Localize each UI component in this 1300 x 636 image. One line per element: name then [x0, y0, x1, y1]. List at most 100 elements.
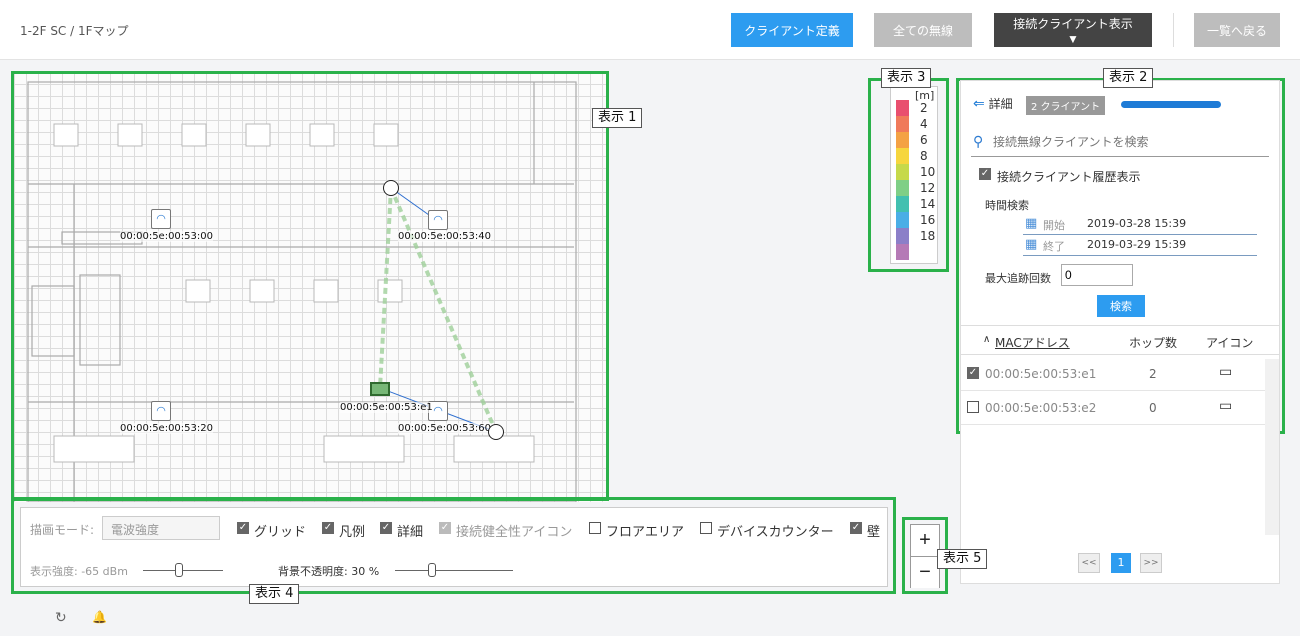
sort-icon[interactable]: ∧ — [983, 334, 990, 345]
table-scrollbar[interactable] — [1265, 359, 1279, 535]
start-date-value: 2019-03-28 15:39 — [1087, 217, 1187, 230]
client-count-badge: 2 クライアント — [1026, 96, 1106, 115]
table-header: ∧ MACアドレス ホップ数 アイコン — [961, 325, 1279, 355]
show-connected-clients-dropdown[interactable]: 接続クライアント表示 ▼ — [994, 13, 1152, 47]
legend-swatch — [896, 100, 909, 116]
collapse-panel-icon[interactable]: ⇐ — [973, 96, 985, 112]
slider-rail — [143, 570, 223, 571]
health-icon-label: 接続健全性アイコン — [456, 525, 573, 540]
legend-item: 12 — [896, 180, 936, 196]
client-definition-button[interactable]: クライアント定義 — [731, 13, 853, 47]
back-to-list-button[interactable]: 一覧へ戻る — [1194, 13, 1280, 47]
row-checkbox[interactable] — [967, 401, 979, 413]
legend-label: 凡例 — [339, 525, 366, 540]
legend-item: 4 — [896, 116, 936, 132]
pager-page-1[interactable]: 1 — [1111, 553, 1131, 573]
column-icon: アイコン — [1206, 336, 1254, 350]
label-display-2: 表示 2 — [1103, 68, 1154, 88]
annotation-box-1 — [11, 71, 609, 501]
calendar-icon: ▦ — [1025, 216, 1038, 231]
legend-item — [896, 244, 936, 260]
bell-icon[interactable]: 🔔 — [92, 610, 107, 624]
floor-area-label: フロアエリア — [606, 525, 685, 540]
legend-item: 2 — [896, 100, 936, 116]
search-icon: ⚲ — [973, 134, 984, 150]
table-row[interactable]: ✓ 00:00:5e:00:53:e1 2 ▭ — [961, 357, 1265, 391]
legend-value: 14 — [920, 197, 936, 211]
zoom-control: + − — [910, 524, 940, 588]
zoom-out-button[interactable]: − — [911, 557, 939, 588]
row-hops: 2 — [1149, 367, 1157, 381]
detail-checkbox[interactable]: ✓ — [380, 522, 392, 534]
label-display-3: 表示 3 — [881, 68, 932, 88]
legend-swatch — [896, 228, 909, 244]
row-checkbox[interactable]: ✓ — [967, 367, 979, 379]
refresh-icon[interactable]: ↻ — [55, 610, 67, 626]
detail-label: 詳細 — [397, 525, 424, 540]
legend-swatch — [896, 148, 909, 164]
label-display-1: 表示 1 — [592, 108, 643, 128]
strength-label: 表示強度: -65 dBm — [30, 565, 128, 578]
opacity-label: 背景不透明度: 30 % — [278, 565, 380, 578]
legend-swatch — [896, 196, 909, 212]
legend-swatch — [896, 212, 909, 228]
slider-knob[interactable] — [174, 563, 183, 577]
legend-item: 6 — [896, 132, 936, 148]
distance-legend: [m] 2 4 6 8 10 12 14 16 18 — [890, 86, 938, 264]
legend-value: 4 — [920, 117, 928, 131]
all-wireless-button[interactable]: 全ての無線 — [874, 13, 972, 47]
draw-mode-label: 描画モード: — [30, 523, 95, 537]
history-label: 接続クライアント履歴表示 — [997, 170, 1141, 184]
pager-prev-button[interactable]: << — [1078, 553, 1100, 573]
wall-label: 壁 — [867, 525, 881, 540]
grid-checkbox[interactable]: ✓ — [237, 522, 249, 534]
slider-knob[interactable] — [428, 563, 436, 577]
legend-value: 12 — [920, 181, 936, 195]
table-row[interactable]: 00:00:5e:00:53:e2 0 ▭ — [961, 391, 1265, 425]
legend-swatch — [896, 164, 909, 180]
end-date-field[interactable]: ▦ 終了 2019-03-29 15:39 — [1023, 236, 1257, 256]
start-date-field[interactable]: ▦ 開始 2019-03-28 15:39 — [1023, 215, 1257, 235]
legend-value: 2 — [920, 101, 928, 115]
legend-checkbox[interactable]: ✓ — [322, 522, 334, 534]
legend-item: 10 — [896, 164, 936, 180]
zoom-in-button[interactable]: + — [911, 525, 939, 556]
column-hops: ホップ数 — [1129, 336, 1178, 350]
detail-panel: ⇐ 詳細 2 クライアント ⚲ ✓ 接続クライアント履歴表示 時間検索 ▦ 開始… — [960, 80, 1280, 584]
max-trace-label: 最大追跡回数 — [985, 272, 1051, 285]
legend-value: 6 — [920, 133, 928, 147]
client-search-input[interactable] — [993, 135, 1263, 149]
health-icon-checkbox[interactable]: ✓ — [439, 522, 451, 534]
laptop-icon: ▭ — [1219, 398, 1233, 414]
wall-checkbox[interactable]: ✓ — [850, 522, 862, 534]
row-hops: 0 — [1149, 401, 1157, 415]
row-mac: 00:00:5e:00:53:e1 — [985, 367, 1097, 381]
grid-label: グリッド — [254, 525, 307, 540]
device-counter-label: デバイスカウンター — [717, 525, 834, 540]
client-search: ⚲ — [971, 131, 1269, 157]
laptop-icon: ▭ — [1219, 364, 1233, 380]
floor-area-checkbox[interactable] — [589, 522, 601, 534]
pager-next-button[interactable]: >> — [1140, 553, 1162, 573]
draw-mode-select[interactable]: 電波強度 — [102, 516, 220, 540]
calendar-icon: ▦ — [1025, 237, 1038, 252]
search-button[interactable]: 検索 — [1097, 295, 1145, 317]
legend-item: 18 — [896, 228, 936, 244]
strength-slider[interactable] — [143, 563, 223, 577]
end-date-value: 2019-03-29 15:39 — [1087, 238, 1187, 251]
device-counter-checkbox[interactable] — [700, 522, 712, 534]
label-display-5: 表示 5 — [937, 549, 988, 569]
breadcrumb[interactable]: 1-2F SC / 1Fマップ — [20, 22, 129, 39]
legend-item: 16 — [896, 212, 936, 228]
history-checkbox[interactable]: ✓ — [979, 168, 991, 180]
legend-value: 8 — [920, 149, 928, 163]
row-mac: 00:00:5e:00:53:e2 — [985, 401, 1097, 415]
panel-header: ⇐ 詳細 — [973, 95, 1013, 112]
opacity-slider[interactable] — [395, 563, 513, 577]
map-options-toolbar: 描画モード: 電波強度 ✓ グリッド ✓ 凡例 ✓ 詳細 ✓ 接続健全性アイコン… — [20, 507, 888, 587]
legend-value: 10 — [920, 165, 936, 179]
legend-item: 8 — [896, 148, 936, 164]
column-mac[interactable]: MACアドレス — [995, 334, 1070, 351]
max-trace-input[interactable] — [1061, 264, 1133, 286]
header-separator — [1173, 13, 1174, 47]
